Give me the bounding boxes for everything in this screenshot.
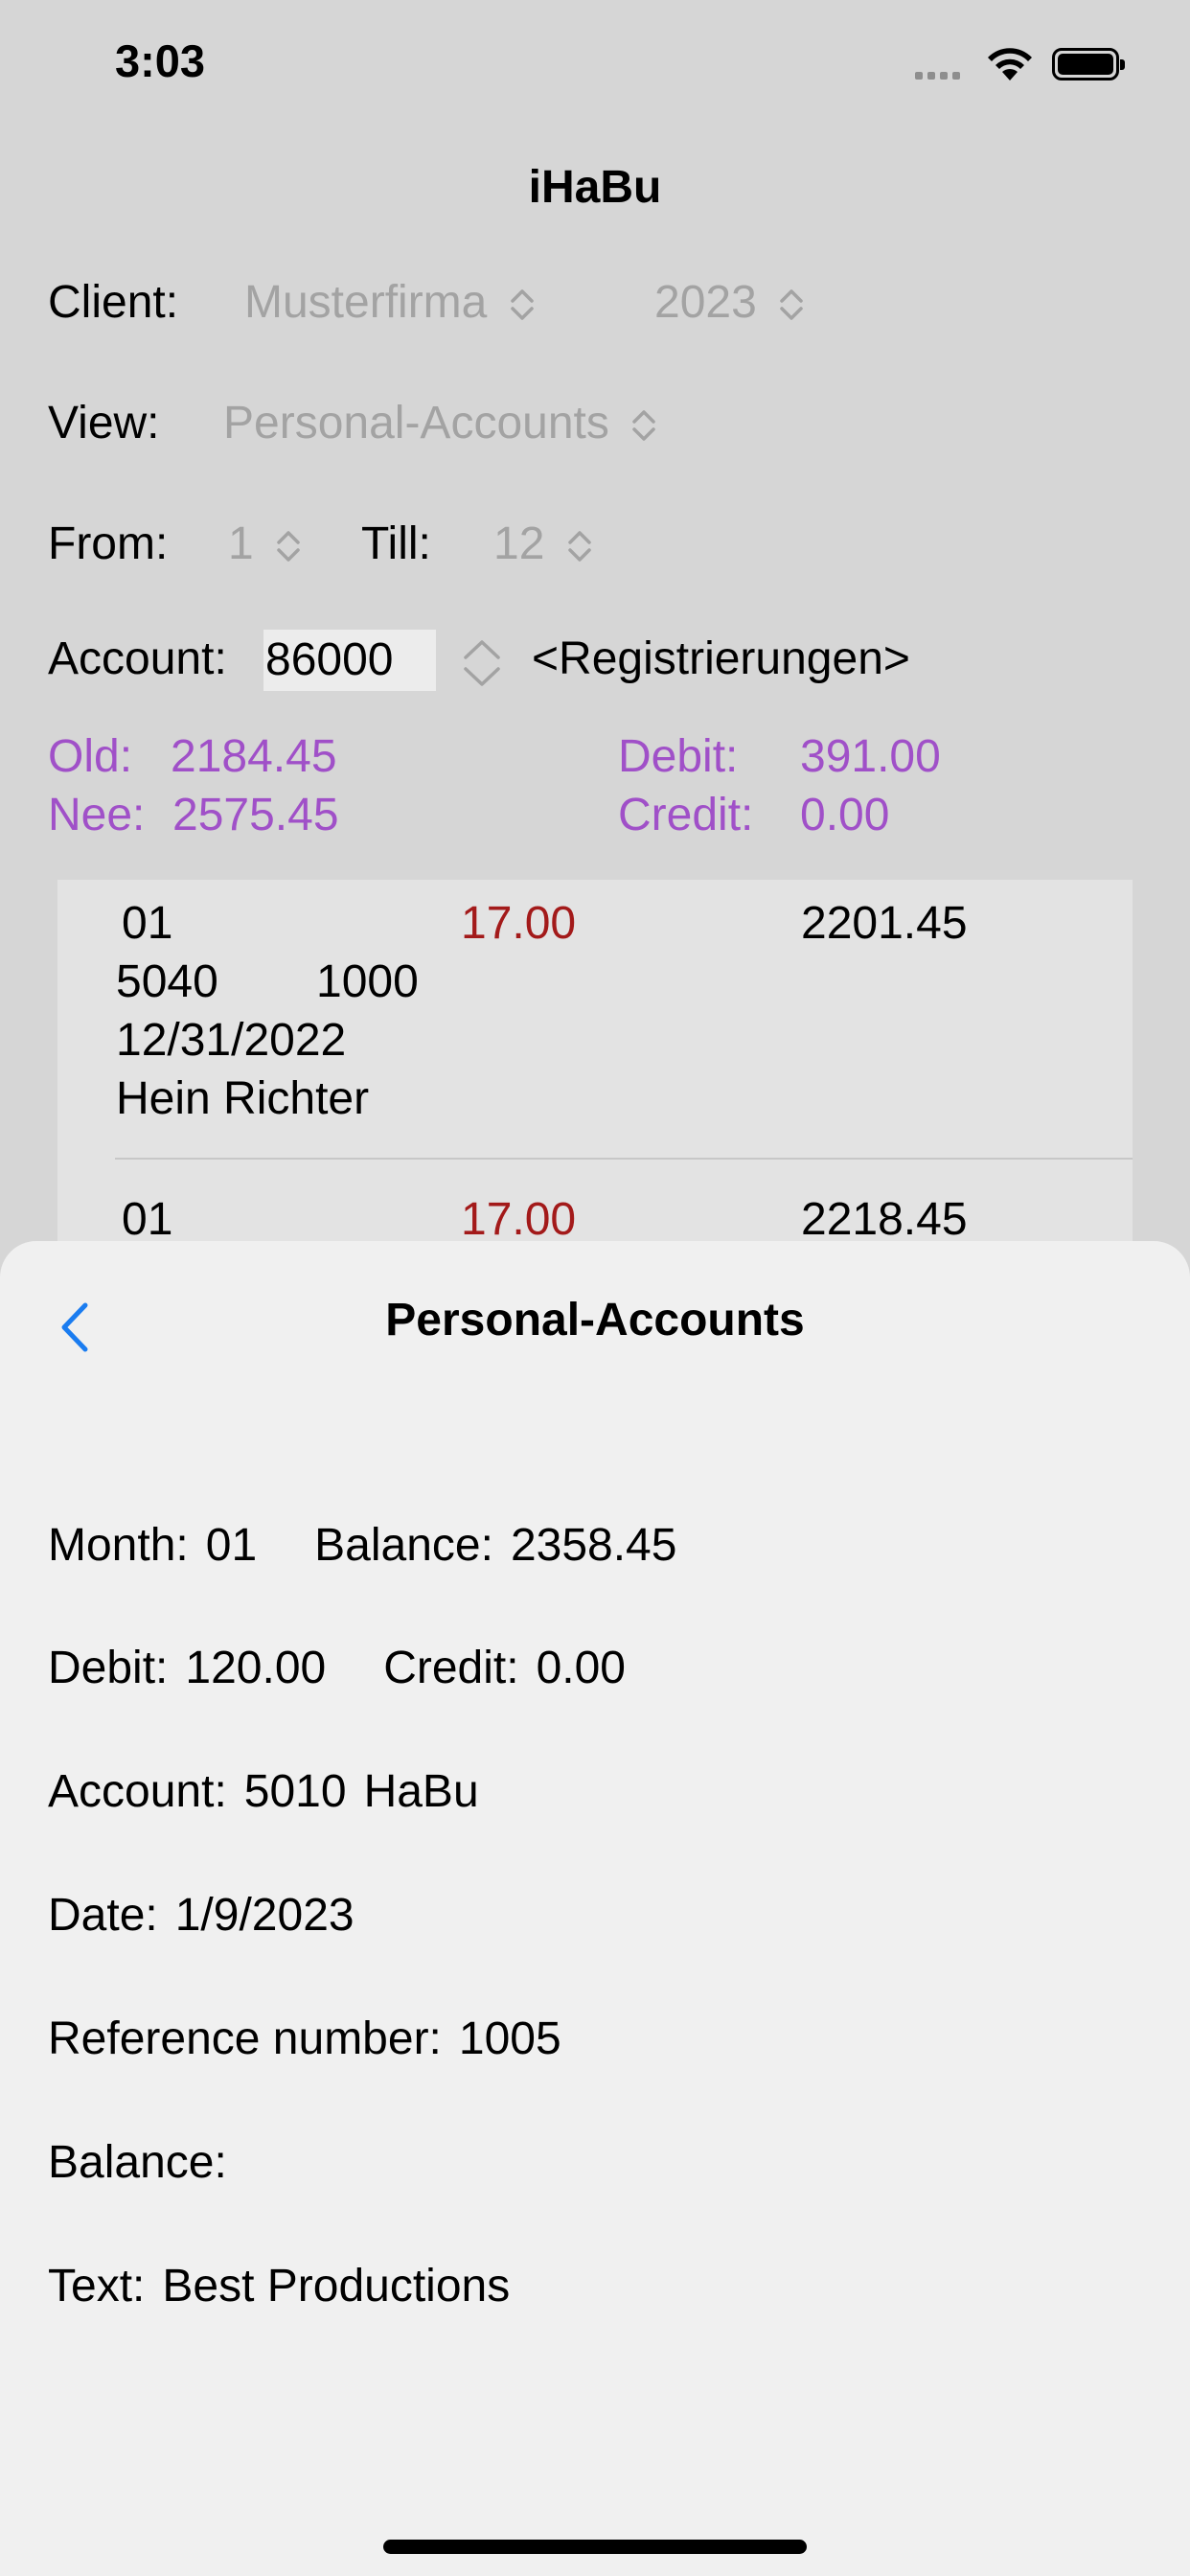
debit-label: Debit:: [48, 1643, 169, 1693]
entries-list[interactable]: 01 17.00 2201.45 5040 1000 12/31/2022 He…: [57, 880, 1133, 1263]
list-divider: [115, 1158, 1133, 1160]
credit-value: 0.00: [536, 1643, 626, 1693]
date-value: 1/9/2023: [174, 1890, 355, 1941]
till-month-value: 12: [493, 518, 545, 569]
client-year-value: 2023: [654, 277, 757, 328]
date-label: Date:: [48, 1890, 158, 1941]
chevron-up-down-icon: [277, 531, 300, 563]
entry-month: 01: [122, 898, 173, 949]
cellular-signal-icon: [915, 67, 965, 84]
view-picker[interactable]: Personal-Accounts: [223, 397, 658, 449]
entry-amount: 17.00: [461, 898, 577, 949]
balance-value: 2358.45: [510, 1520, 677, 1571]
balance2-label: Balance:: [48, 2137, 227, 2188]
credit-value: 0.00: [800, 790, 890, 840]
credit-label: Credit:: [618, 790, 754, 840]
new-label: Nee:: [48, 790, 146, 840]
chevron-up-down-icon: [510, 289, 534, 321]
battery-icon: [1052, 48, 1125, 80]
account-number-input[interactable]: 86000: [263, 630, 436, 691]
detail-text-row: Text: Best Productions: [48, 2260, 510, 2312]
client-label: Client:: [48, 277, 179, 328]
account-number: 5010: [243, 1766, 347, 1817]
chevron-up-down-icon: [780, 289, 803, 321]
entry-date: 12/31/2022: [116, 1015, 347, 1066]
from-month-picker[interactable]: 1: [228, 518, 303, 570]
text-label: Text:: [48, 2261, 146, 2312]
debit-value: 120.00: [185, 1643, 327, 1693]
account-label: Account:: [48, 1766, 227, 1817]
account-name: HaBu: [363, 1766, 479, 1817]
from-month-value: 1: [228, 518, 254, 569]
view-label: View:: [48, 398, 160, 448]
account-name: <Registrierungen>: [532, 633, 910, 684]
client-year-picker[interactable]: 2023: [654, 276, 806, 329]
old-value: 2184.45: [171, 731, 337, 782]
chevron-up-down-icon: [632, 410, 655, 442]
detail-date-row: Date: 1/9/2023: [48, 1889, 355, 1942]
text-value: Best Productions: [162, 2261, 511, 2312]
entry-text: Hein Richter: [116, 1073, 370, 1124]
detail-reference-row: Reference number: 1005: [48, 2012, 561, 2065]
debit-value: 391.00: [800, 731, 941, 782]
till-month-picker[interactable]: 12: [493, 518, 594, 570]
detail-debit-credit-row: Debit: 120.00 Credit: 0.00: [48, 1642, 626, 1694]
till-label: Till:: [361, 518, 431, 569]
entry-month: 01: [122, 1194, 173, 1245]
chevron-up-down-icon: [567, 531, 591, 563]
debit-label: Debit:: [618, 731, 739, 782]
home-indicator[interactable]: [383, 2540, 807, 2554]
balance-label: Balance:: [314, 1520, 493, 1571]
entry-amount: 17.00: [461, 1194, 577, 1245]
reference-value: 1005: [458, 2013, 561, 2064]
status-time: 3:03: [115, 35, 206, 86]
sheet-title: Personal-Accounts: [385, 1295, 805, 1346]
client-company-picker[interactable]: Musterfirma: [244, 276, 537, 329]
from-label: From:: [48, 518, 169, 569]
app-title: iHaBu: [528, 162, 662, 213]
detail-account-row: Account: 5010 HaBu: [48, 1765, 479, 1818]
old-label: Old:: [48, 731, 133, 782]
new-value: 2575.45: [172, 790, 339, 840]
month-value: 01: [205, 1520, 258, 1571]
reference-label: Reference number:: [48, 2013, 442, 2064]
detail-sheet: Personal-Accounts Month: 01 Balance: 2358.4…: [0, 1241, 1190, 2576]
status-bar: 3:03: [0, 0, 1190, 125]
account-label: Account:: [48, 633, 227, 684]
detail-balance-row: Balance:: [48, 2136, 244, 2189]
view-value: Personal-Accounts: [223, 398, 609, 448]
entry-balance: 2218.45: [801, 1194, 968, 1245]
entry-account: 5040: [116, 956, 218, 1007]
month-label: Month:: [48, 1520, 189, 1571]
credit-label: Credit:: [383, 1643, 519, 1693]
entry-balance: 2201.45: [801, 898, 968, 949]
entry-contra-account: 1000: [316, 956, 419, 1007]
client-company-value: Musterfirma: [244, 277, 488, 328]
detail-month-balance-row: Month: 01 Balance: 2358.45: [48, 1519, 676, 1572]
wifi-icon: [988, 48, 1032, 80]
account-stepper-icon[interactable]: [460, 636, 504, 690]
